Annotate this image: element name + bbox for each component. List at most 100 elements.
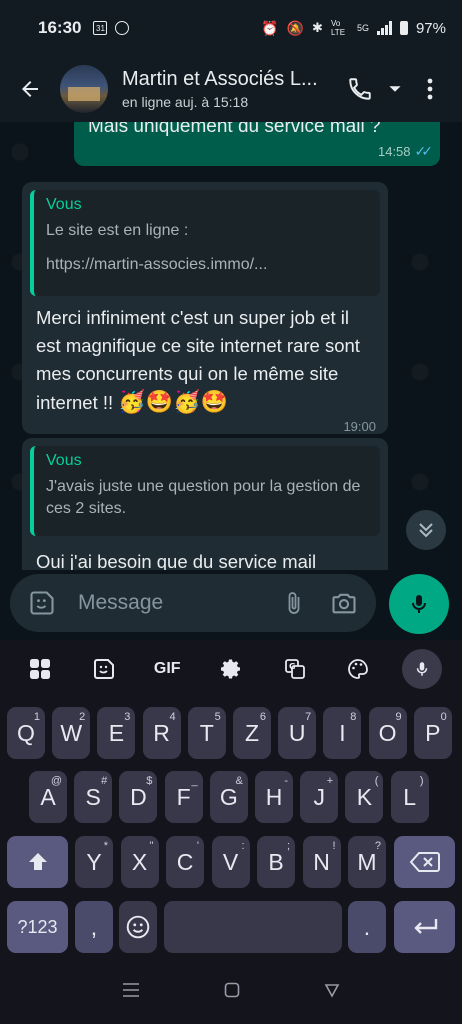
scroll-to-bottom-button[interactable]	[406, 510, 446, 550]
key-secondary-label: 9	[395, 711, 402, 723]
key-j[interactable]: J +	[300, 771, 339, 823]
sticker-button[interactable]	[24, 585, 60, 621]
comma-key[interactable]: ,	[75, 901, 113, 953]
contact-avatar[interactable]	[60, 65, 108, 113]
key-i[interactable]: I8	[323, 707, 362, 759]
emoji-key[interactable]	[119, 901, 157, 953]
key-c[interactable]: C '	[166, 836, 204, 888]
key-secondary-label: *	[103, 840, 108, 852]
arrow-left-icon	[22, 81, 38, 97]
enter-key[interactable]	[394, 901, 455, 953]
double-check-icon: ✓✓	[414, 143, 434, 159]
key-e[interactable]: E3	[97, 707, 136, 759]
key-secondary-label: 6	[259, 711, 266, 723]
incoming-message[interactable]: Vous Le site est en ligne : https://mart…	[22, 182, 388, 434]
back-button[interactable]	[0, 56, 60, 122]
key-secondary-label: :	[241, 840, 245, 852]
call-options-button[interactable]	[384, 67, 406, 111]
key-x[interactable]: X "	[120, 836, 159, 888]
status-time: 16:30	[38, 18, 82, 37]
key-w[interactable]: W2	[52, 707, 91, 759]
key-label: N	[313, 848, 330, 875]
star-struck-emoji: 🤩	[145, 389, 174, 414]
message-input[interactable]: Message	[78, 591, 262, 615]
recents-button[interactable]	[122, 982, 140, 1003]
keyboard: GIF G Q1W2E3R4T5Z6U7I8O9P0 A @ S # D $ F _ G & H - J…	[0, 640, 462, 960]
sticker-icon	[93, 659, 114, 679]
return-arrow-icon	[413, 919, 437, 934]
status-right-icons: ⏰ 🔕 ✱ Vo LTE 5G 97%	[261, 19, 446, 37]
quoted-message[interactable]: Vous J'avais juste une question pour la …	[30, 446, 380, 536]
contact-name: Martin et Associés L...	[122, 68, 318, 90]
key-label: W	[60, 719, 83, 746]
key-label: L	[403, 783, 416, 810]
key-k[interactable]: K(	[345, 771, 384, 823]
key-o[interactable]: O9	[368, 707, 407, 759]
quoted-message[interactable]: Vous Le site est en ligne : https://mart…	[30, 190, 380, 296]
gif-button[interactable]: GIF	[147, 649, 187, 689]
key-label: V	[222, 848, 239, 875]
key-label: I	[339, 719, 346, 746]
key-b[interactable]: B;	[257, 836, 295, 888]
sticker-button[interactable]	[84, 649, 124, 689]
theme-button[interactable]	[338, 649, 378, 689]
status-left-icons: 31	[93, 21, 130, 35]
outgoing-message[interactable]: Mais uniquement du service mail ? 14:58 …	[74, 122, 440, 166]
apps-grid-button[interactable]	[20, 649, 60, 689]
volte-icon: Vo LTE	[330, 19, 346, 37]
key-h[interactable]: H-	[255, 771, 293, 823]
key-a[interactable]: A @	[29, 771, 67, 823]
space-key[interactable]	[164, 901, 342, 953]
chat-area[interactable]: Mais uniquement du service mail ? 14:58 …	[0, 122, 462, 570]
key-d[interactable]: D $	[119, 771, 158, 823]
key-v[interactable]: V:	[211, 836, 250, 888]
key-s[interactable]: S #	[74, 771, 113, 823]
attach-button[interactable]	[276, 585, 312, 621]
backspace-icon	[409, 852, 440, 872]
translate-button[interactable]: G	[275, 649, 315, 689]
key-t[interactable]: T5	[187, 707, 226, 759]
key-y[interactable]: Y *	[75, 836, 113, 888]
key-label: K	[356, 783, 373, 810]
key-z[interactable]: Z6	[233, 707, 271, 759]
contact-info[interactable]: Martin et Associés L... en ligne auj. à …	[122, 68, 342, 110]
more-options-button[interactable]	[412, 67, 448, 111]
key-n[interactable]: N!	[302, 836, 341, 888]
key-q[interactable]: Q1	[7, 707, 45, 759]
settings-button[interactable]	[211, 649, 251, 689]
symbols-key[interactable]: ?123	[7, 901, 68, 953]
call-button[interactable]	[342, 67, 378, 111]
sticker-icon	[30, 591, 54, 615]
period-key[interactable]: .	[348, 901, 386, 953]
microphone-icon	[412, 595, 426, 613]
phone-icon	[349, 78, 371, 100]
key-r[interactable]: R4	[142, 707, 181, 759]
partying-face-emoji: 🥳	[173, 389, 201, 414]
incoming-message[interactable]: Vous J'avais juste une question pour la …	[22, 438, 388, 570]
key-u[interactable]: U7	[278, 707, 317, 759]
quote-text: J'avais juste une question pour la gesti…	[46, 478, 361, 517]
star-struck-emoji: 🤩	[200, 389, 228, 414]
backspace-key[interactable]	[394, 836, 455, 888]
key-p[interactable]: P0	[413, 707, 452, 759]
key-label: C	[176, 848, 194, 875]
message-time: 19:00	[343, 419, 376, 434]
key-m[interactable]: M?	[348, 836, 386, 888]
key-label: U	[288, 719, 306, 746]
key-f[interactable]: F _	[164, 771, 203, 823]
key-secondary-label: @	[50, 775, 62, 787]
voice-typing-button[interactable]	[402, 649, 443, 689]
back-nav-button[interactable]	[324, 982, 340, 1003]
key-label: G	[219, 783, 238, 810]
voice-message-button[interactable]	[389, 574, 449, 634]
key-l[interactable]: L)	[390, 771, 429, 823]
key-secondary-label: _	[191, 775, 198, 787]
shift-key[interactable]	[7, 836, 68, 888]
key-g[interactable]: G &	[209, 771, 248, 823]
signal-icon	[376, 21, 392, 35]
camera-button[interactable]	[326, 585, 362, 621]
key-secondary-label: 0	[440, 711, 447, 723]
key-secondary-label: &	[235, 775, 243, 787]
key-secondary-label: 5	[214, 711, 221, 723]
home-button[interactable]	[224, 982, 240, 1003]
